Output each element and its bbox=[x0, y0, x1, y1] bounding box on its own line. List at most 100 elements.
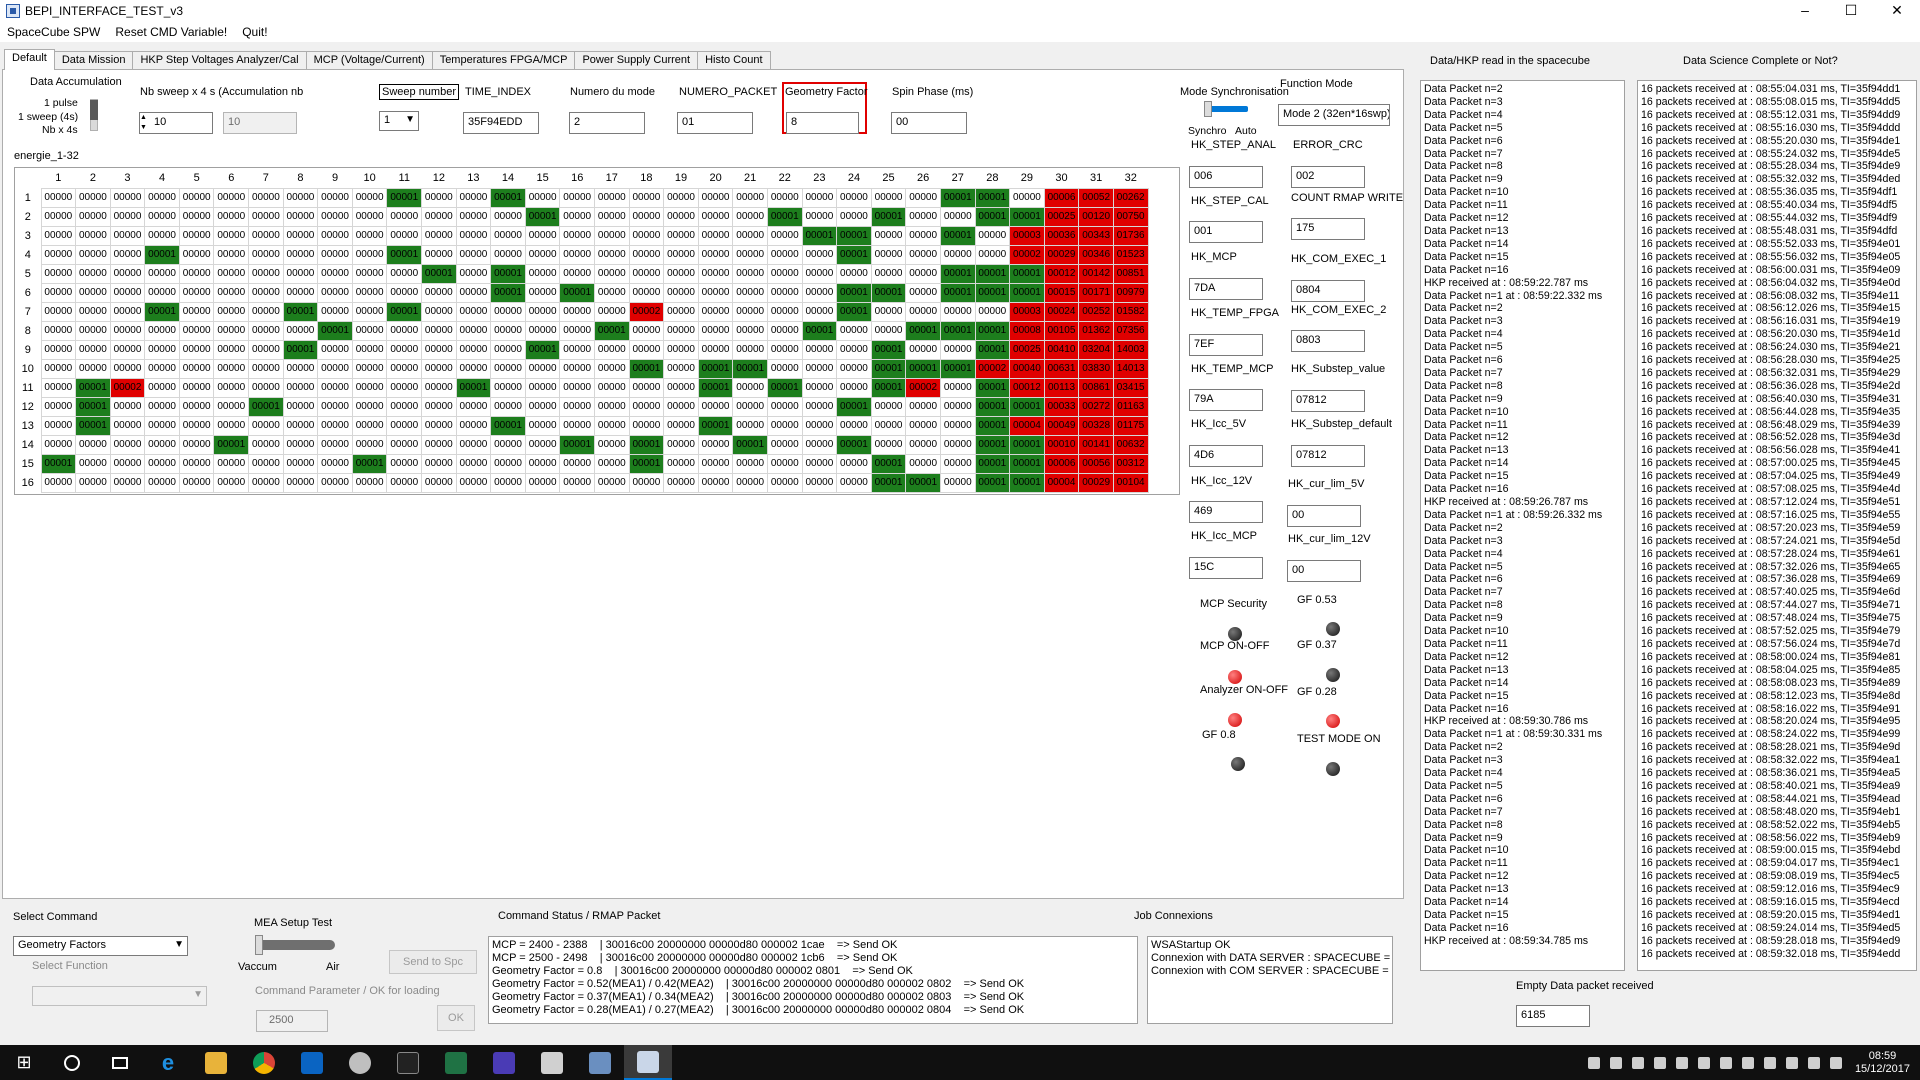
taskbar-app[interactable] bbox=[336, 1045, 384, 1080]
grid-cell[interactable]: 00000 bbox=[40, 396, 77, 417]
grid-cell[interactable]: 00343 bbox=[1078, 225, 1114, 246]
grid-cell[interactable]: 00000 bbox=[455, 396, 492, 417]
grid-cell[interactable]: 00000 bbox=[594, 453, 630, 474]
spin-phase-field[interactable]: 00 bbox=[891, 112, 967, 134]
grid-cell[interactable]: 00000 bbox=[766, 415, 803, 436]
grid-cell[interactable]: 00000 bbox=[178, 206, 215, 227]
grid-cell[interactable]: 00000 bbox=[801, 415, 838, 436]
grid-cell[interactable]: 00000 bbox=[801, 434, 838, 455]
grid-cell[interactable]: 00000 bbox=[628, 396, 665, 417]
grid-cell[interactable]: 00000 bbox=[248, 301, 284, 322]
grid-cell[interactable]: 00056 bbox=[1078, 453, 1114, 474]
grid-cell[interactable]: 00000 bbox=[490, 206, 526, 227]
grid-cell[interactable]: 00000 bbox=[559, 472, 595, 493]
grid-cell[interactable]: 00000 bbox=[248, 358, 284, 379]
grid-cell[interactable]: 00000 bbox=[697, 225, 734, 246]
function-mode-field[interactable]: Mode 2 (32en*16swp) bbox=[1278, 104, 1390, 126]
grid-cell[interactable]: 00000 bbox=[524, 377, 561, 398]
close-button[interactable]: ✕ bbox=[1874, 0, 1920, 22]
grid-cell[interactable]: 03415 bbox=[1112, 377, 1149, 398]
grid-cell[interactable]: 00000 bbox=[801, 453, 838, 474]
grid-cell[interactable]: 01736 bbox=[1112, 225, 1149, 246]
grid-cell[interactable]: 01163 bbox=[1112, 396, 1149, 417]
grid-cell[interactable]: 00000 bbox=[663, 206, 699, 227]
grid-cell[interactable]: 00000 bbox=[766, 434, 803, 455]
grid-cell[interactable]: 00036 bbox=[1043, 225, 1080, 246]
grid-cell[interactable]: 00000 bbox=[524, 415, 561, 436]
grid-cell[interactable]: 00000 bbox=[351, 225, 388, 246]
grid-cell[interactable]: 00000 bbox=[317, 434, 353, 455]
grid-cell[interactable]: 00001 bbox=[766, 377, 803, 398]
grid-cell[interactable]: 00000 bbox=[594, 415, 630, 436]
grid-cell[interactable]: 00000 bbox=[282, 282, 319, 303]
grid-cell[interactable]: 00979 bbox=[1112, 282, 1149, 303]
grid-cell[interactable]: 00104 bbox=[1112, 472, 1149, 493]
grid-cell[interactable]: 00000 bbox=[282, 415, 319, 436]
grid-cell[interactable]: 00000 bbox=[559, 339, 595, 360]
maximize-button[interactable]: ☐ bbox=[1828, 0, 1874, 22]
grid-cell[interactable]: 00000 bbox=[75, 187, 111, 208]
grid-cell[interactable]: 00000 bbox=[801, 282, 838, 303]
grid-cell[interactable]: 00033 bbox=[1043, 396, 1080, 417]
grid-cell[interactable]: 00012 bbox=[1043, 263, 1080, 284]
grid-cell[interactable]: 00000 bbox=[524, 263, 561, 284]
grid-cell[interactable]: 00000 bbox=[801, 187, 838, 208]
select-command-dropdown[interactable]: Geometry Factors bbox=[13, 936, 188, 956]
grid-cell[interactable]: 00001 bbox=[974, 282, 1011, 303]
grid-cell[interactable]: 00000 bbox=[732, 206, 768, 227]
grid-cell[interactable]: 00001 bbox=[455, 377, 492, 398]
grid-cell[interactable]: 07356 bbox=[1112, 320, 1149, 341]
grid-cell[interactable]: 00000 bbox=[732, 320, 768, 341]
grid-cell[interactable]: 00001 bbox=[144, 244, 180, 265]
grid-cell[interactable]: 00000 bbox=[421, 339, 457, 360]
grid-cell[interactable]: 00003 bbox=[1009, 225, 1045, 246]
grid-cell[interactable]: 03204 bbox=[1078, 339, 1114, 360]
grid-cell[interactable]: 00000 bbox=[663, 339, 699, 360]
grid-cell[interactable]: 00000 bbox=[766, 472, 803, 493]
grid-cell[interactable]: 00000 bbox=[421, 225, 457, 246]
grid-cell[interactable]: 00000 bbox=[178, 472, 215, 493]
grid-cell[interactable]: 00001 bbox=[386, 187, 423, 208]
grid-cell[interactable]: 00001 bbox=[870, 377, 907, 398]
grid-cell[interactable]: 00000 bbox=[870, 187, 907, 208]
grid-cell[interactable]: 00000 bbox=[732, 301, 768, 322]
grid-cell[interactable]: 00000 bbox=[594, 358, 630, 379]
grid-cell[interactable]: 00001 bbox=[974, 320, 1011, 341]
grid-cell[interactable]: 00000 bbox=[144, 377, 180, 398]
grid-cell[interactable]: 00000 bbox=[109, 320, 146, 341]
grid-cell[interactable]: 00000 bbox=[248, 225, 284, 246]
grid-cell[interactable]: 00000 bbox=[905, 244, 941, 265]
tab-power-supply[interactable]: Power Supply Current bbox=[574, 51, 699, 70]
grid-cell[interactable]: 00000 bbox=[939, 301, 976, 322]
grid-cell[interactable]: 00142 bbox=[1078, 263, 1114, 284]
grid-cell[interactable]: 00000 bbox=[109, 396, 146, 417]
grid-cell[interactable]: 00000 bbox=[248, 244, 284, 265]
grid-cell[interactable]: 00000 bbox=[386, 472, 423, 493]
grid-cell[interactable]: 00001 bbox=[801, 225, 838, 246]
grid-cell[interactable]: 00004 bbox=[1009, 415, 1045, 436]
grid-cell[interactable]: 00000 bbox=[870, 434, 907, 455]
grid-cell[interactable]: 00000 bbox=[248, 282, 284, 303]
grid-cell[interactable]: 00141 bbox=[1078, 434, 1114, 455]
stepper-arrows-icon[interactable]: ▲ ▼ bbox=[140, 113, 147, 133]
grid-cell[interactable]: 00000 bbox=[317, 206, 353, 227]
grid-cell[interactable]: 00000 bbox=[594, 472, 630, 493]
grid-cell[interactable]: 00000 bbox=[282, 434, 319, 455]
grid-cell[interactable]: 00000 bbox=[351, 396, 388, 417]
grid-cell[interactable]: 00000 bbox=[421, 301, 457, 322]
tray-icon-7[interactable] bbox=[1763, 1056, 1776, 1069]
grid-cell[interactable]: 00001 bbox=[490, 263, 526, 284]
grid-cell[interactable]: 00001 bbox=[1009, 282, 1045, 303]
grid-cell[interactable]: 00000 bbox=[524, 358, 561, 379]
grid-cell[interactable]: 00000 bbox=[939, 415, 976, 436]
wifi-icon[interactable] bbox=[1807, 1056, 1820, 1069]
grid-cell[interactable]: 00000 bbox=[109, 244, 146, 265]
grid-cell[interactable]: 00000 bbox=[455, 434, 492, 455]
grid-cell[interactable]: 00000 bbox=[248, 187, 284, 208]
grid-cell[interactable]: 00000 bbox=[178, 263, 215, 284]
grid-cell[interactable]: 00003 bbox=[1009, 301, 1045, 322]
grid-cell[interactable]: 00000 bbox=[109, 415, 146, 436]
grid-cell[interactable]: 00000 bbox=[524, 434, 561, 455]
grid-cell[interactable]: 00001 bbox=[282, 301, 319, 322]
grid-cell[interactable]: 00000 bbox=[697, 434, 734, 455]
